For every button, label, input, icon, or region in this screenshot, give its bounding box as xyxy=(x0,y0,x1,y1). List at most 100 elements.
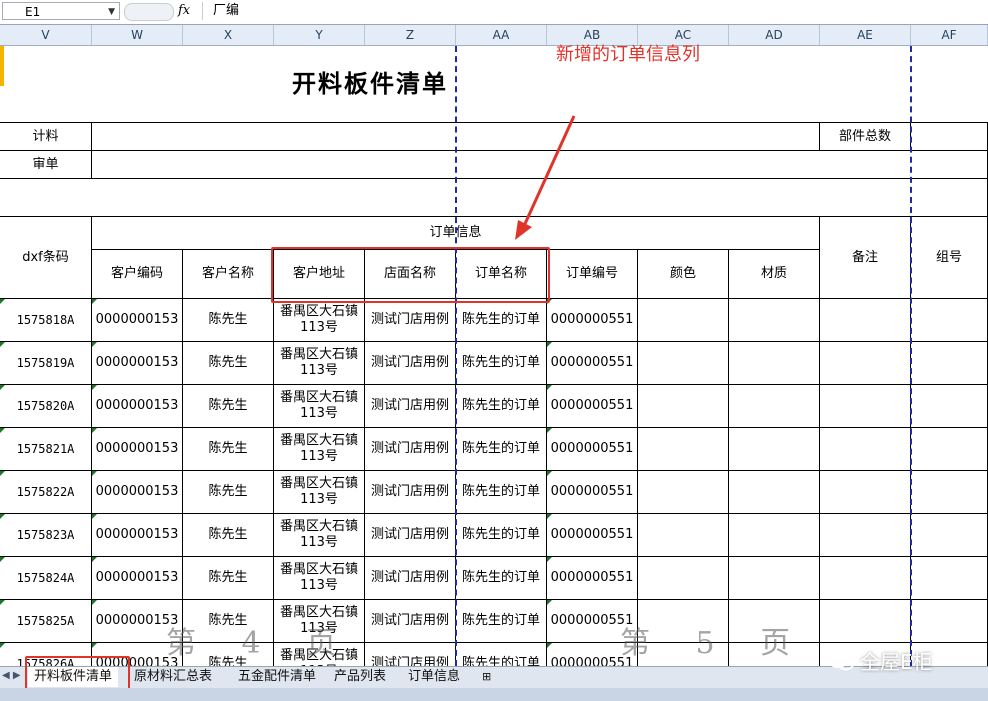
label-review[interactable]: 审单 xyxy=(0,151,92,179)
column-header-v[interactable]: V xyxy=(0,25,92,45)
cell-cust-name[interactable]: 陈先生 xyxy=(183,557,274,600)
cell-color[interactable] xyxy=(638,385,729,428)
cell-order-no[interactable]: 0000000551 xyxy=(547,471,638,514)
fx-icon[interactable]: fx xyxy=(178,3,190,18)
cell-store[interactable]: 测试门店用例 xyxy=(365,428,456,471)
tab-nav-arrows-icon[interactable]: ◀ ▶ xyxy=(2,670,21,681)
formula-input[interactable]: 厂编 xyxy=(202,2,986,20)
cell-address[interactable]: 番禺区大石镇113号 xyxy=(274,342,365,385)
cell-address[interactable]: 番禺区大石镇113号 xyxy=(274,299,365,342)
formula-bar-toggle[interactable] xyxy=(124,3,174,21)
cell-barcode[interactable]: 1575820A xyxy=(0,385,92,428)
cell-cust-name[interactable]: 陈先生 xyxy=(183,385,274,428)
column-header-w[interactable]: W xyxy=(92,25,183,45)
blank-row[interactable] xyxy=(0,179,988,217)
cell-address[interactable]: 番禺区大石镇113号 xyxy=(274,557,365,600)
cell-material[interactable] xyxy=(729,342,820,385)
cell-group-no[interactable] xyxy=(911,342,988,385)
review-value-cell[interactable] xyxy=(92,151,988,179)
cell-remark[interactable] xyxy=(820,428,911,471)
cell-cust-code[interactable]: 0000000153 xyxy=(92,557,183,600)
cell-cust-name[interactable]: 陈先生 xyxy=(183,428,274,471)
cell-material[interactable] xyxy=(729,557,820,600)
cell-order-no[interactable]: 0000000551 xyxy=(547,342,638,385)
cell-remark[interactable] xyxy=(820,471,911,514)
cell-remark[interactable] xyxy=(820,514,911,557)
cell-barcode[interactable]: 1575819A xyxy=(0,342,92,385)
cell-material[interactable] xyxy=(729,385,820,428)
cell-store[interactable]: 测试门店用例 xyxy=(365,514,456,557)
column-header-y[interactable]: Y xyxy=(274,25,365,45)
subheader-cust-name[interactable]: 客户名称 xyxy=(183,250,274,299)
cell-order-no[interactable]: 0000000551 xyxy=(547,385,638,428)
cell-color[interactable] xyxy=(638,342,729,385)
cell-order-name[interactable]: 陈先生的订单 xyxy=(456,342,547,385)
subheader-color[interactable]: 颜色 xyxy=(638,250,729,299)
cell-cust-code[interactable]: 0000000153 xyxy=(92,471,183,514)
cell-address[interactable]: 番禺区大石镇113号 xyxy=(274,514,365,557)
cell-remark[interactable] xyxy=(820,600,911,643)
cell-address[interactable]: 番禺区大石镇113号 xyxy=(274,428,365,471)
cell-color[interactable] xyxy=(638,514,729,557)
cell-barcode[interactable]: 1575822A xyxy=(0,471,92,514)
cell-order-name[interactable]: 陈先生的订单 xyxy=(456,428,547,471)
worksheet[interactable]: 开料板件清单 计料 部件总数 审单 dxf条码 订单信息 备注 组号 客户编码 … xyxy=(0,46,988,666)
cell-remark[interactable] xyxy=(820,342,911,385)
cell-cust-name[interactable]: 陈先生 xyxy=(183,471,274,514)
cell-store[interactable]: 测试门店用例 xyxy=(365,342,456,385)
cell-remark[interactable] xyxy=(820,299,911,342)
subheader-cust-code[interactable]: 客户编码 xyxy=(92,250,183,299)
column-header-z[interactable]: Z xyxy=(365,25,456,45)
cell-order-no[interactable]: 0000000551 xyxy=(547,557,638,600)
label-count[interactable]: 计料 xyxy=(0,123,92,151)
insert-sheet-icon[interactable]: ⊞ xyxy=(476,667,497,687)
column-header-ad[interactable]: AD xyxy=(729,25,820,45)
cell-barcode[interactable]: 1575824A xyxy=(0,557,92,600)
cell-barcode[interactable]: 1575825A xyxy=(0,600,92,643)
cell-barcode[interactable]: 1575821A xyxy=(0,428,92,471)
cell-material[interactable] xyxy=(729,299,820,342)
cell-color[interactable] xyxy=(638,557,729,600)
column-header-aa[interactable]: AA xyxy=(456,25,547,45)
cell-group-no[interactable] xyxy=(911,471,988,514)
cell-order-name[interactable]: 陈先生的订单 xyxy=(456,557,547,600)
cell-order-name[interactable]: 陈先生的订单 xyxy=(456,514,547,557)
cell-color[interactable] xyxy=(638,428,729,471)
cell-store[interactable]: 测试门店用例 xyxy=(365,600,456,643)
cell-store[interactable]: 测试门店用例 xyxy=(365,471,456,514)
cell-material[interactable] xyxy=(729,471,820,514)
cell-store[interactable]: 测试门店用例 xyxy=(365,385,456,428)
header-group-no[interactable]: 组号 xyxy=(911,217,988,299)
cell-group-no[interactable] xyxy=(911,428,988,471)
tab-product-list[interactable]: 产品列表 xyxy=(328,667,392,687)
cell-store[interactable]: 测试门店用例 xyxy=(365,557,456,600)
cell-order-no[interactable]: 0000000551 xyxy=(547,428,638,471)
label-total-parts[interactable]: 部件总数 xyxy=(820,123,911,151)
cell-cust-code[interactable]: 0000000153 xyxy=(92,385,183,428)
cell-group-no[interactable] xyxy=(911,514,988,557)
tab-order-info[interactable]: 订单信息 xyxy=(402,667,466,687)
header-remark[interactable]: 备注 xyxy=(820,217,911,299)
cell-cust-code[interactable]: 0000000153 xyxy=(92,299,183,342)
cell-barcode[interactable]: 1575818A xyxy=(0,299,92,342)
cell-order-no[interactable]: 0000000551 xyxy=(547,299,638,342)
column-header-ae[interactable]: AE xyxy=(820,25,911,45)
cell-color[interactable] xyxy=(638,299,729,342)
cell-cust-code[interactable]: 0000000153 xyxy=(92,514,183,557)
cell-remark[interactable] xyxy=(820,557,911,600)
header-barcode[interactable]: dxf条码 xyxy=(0,217,92,299)
cell-store[interactable]: 测试门店用例 xyxy=(365,643,456,666)
cell-cust-code[interactable]: 0000000153 xyxy=(92,428,183,471)
chevron-down-icon[interactable]: ▼ xyxy=(108,3,115,21)
cell-cust-name[interactable]: 陈先生 xyxy=(183,342,274,385)
cell-address[interactable]: 番禺区大石镇113号 xyxy=(274,471,365,514)
cell-group-no[interactable] xyxy=(911,299,988,342)
cell-material[interactable] xyxy=(729,428,820,471)
cell-group-no[interactable] xyxy=(911,385,988,428)
tab-hardware-list[interactable]: 五金配件清单 xyxy=(232,667,322,687)
cell-remark[interactable] xyxy=(820,385,911,428)
cell-group-no[interactable] xyxy=(911,600,988,643)
cell-cust-name[interactable]: 陈先生 xyxy=(183,299,274,342)
column-header-af[interactable]: AF xyxy=(911,25,988,45)
cell-address[interactable]: 番禺区大石镇113号 xyxy=(274,385,365,428)
